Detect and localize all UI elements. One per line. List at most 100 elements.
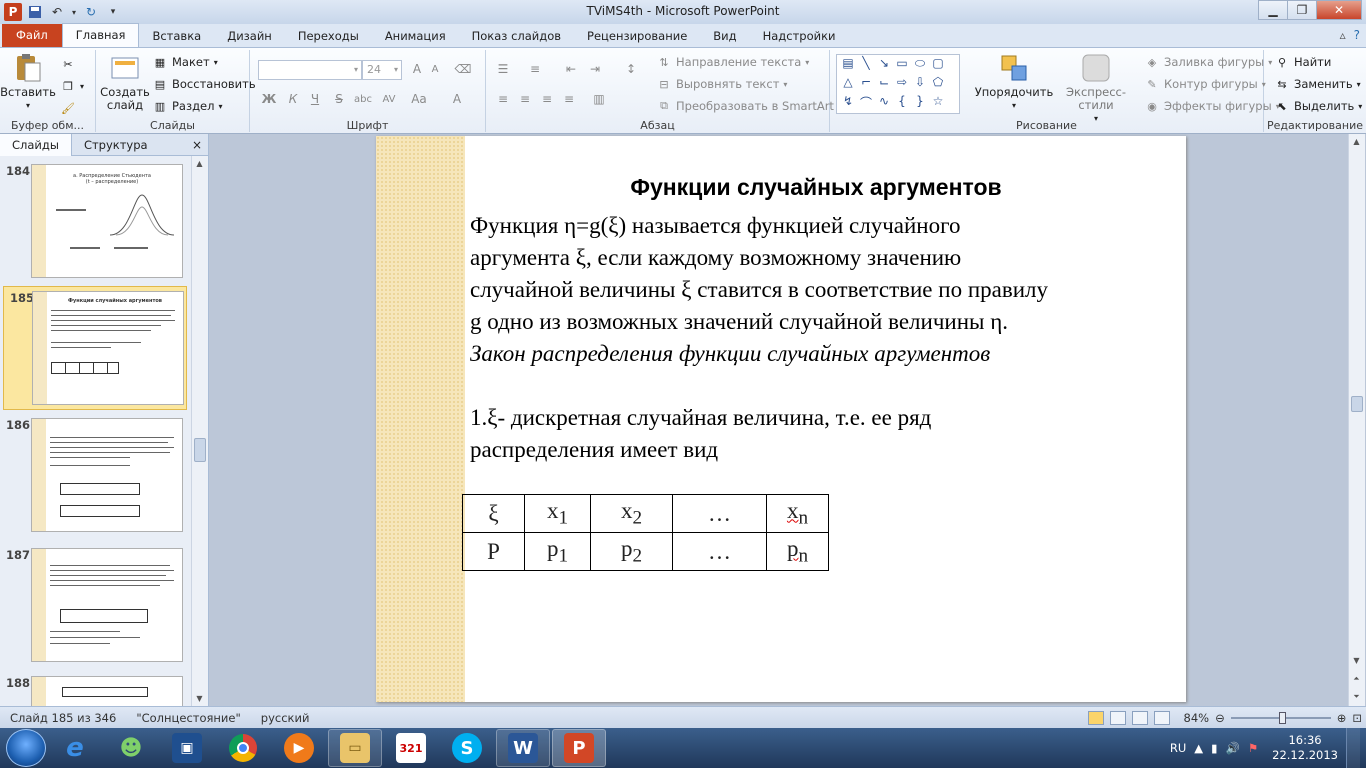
arrange-button[interactable]: Упорядочить ▾ [975, 52, 1053, 112]
chevron-up-icon[interactable]: ▵ [1340, 28, 1346, 42]
change-case-button[interactable]: Aa [410, 90, 428, 108]
select-button[interactable]: ⬉ Выделить ▾ [1274, 96, 1362, 116]
text-direction-button[interactable]: ⇅ Направление текста ▾ [656, 52, 809, 72]
table-cell[interactable]: P [462, 532, 525, 571]
slide-thumbnail[interactable] [31, 676, 183, 706]
help-icon[interactable]: ? [1354, 28, 1360, 42]
zoom-slider[interactable] [1230, 712, 1331, 724]
tab-view[interactable]: Вид [700, 25, 749, 47]
taskbar-camera[interactable]: ▣ [160, 729, 214, 767]
taskbar-explorer[interactable]: ▭ [328, 729, 382, 767]
align-text-button[interactable]: ⊟ Выровнять текст ▾ [656, 74, 787, 94]
star-shape-icon[interactable]: ☆ [929, 94, 947, 113]
freeform-icon[interactable]: ↯ [839, 94, 857, 113]
scroll-up-icon[interactable]: ▲ [1349, 134, 1364, 149]
font-size-combo[interactable]: 24 ▾ [362, 60, 402, 80]
brace-right-icon[interactable]: } [911, 94, 929, 113]
increase-indent-icon[interactable]: ⇥ [586, 60, 604, 78]
thumbnail-row-186[interactable]: 186 [0, 414, 193, 540]
strikethrough-button[interactable]: S [330, 90, 348, 108]
shrink-font-icon[interactable]: A [426, 60, 444, 78]
scroll-up-icon[interactable]: ▲ [192, 156, 207, 171]
find-button[interactable]: ⚲ Найти [1274, 52, 1331, 72]
start-button[interactable] [6, 729, 46, 767]
align-left-icon[interactable]: ≡ [494, 90, 512, 108]
shape-outline-button[interactable]: ✎ Контур фигуры ▾ [1144, 74, 1265, 94]
font-name-combo[interactable]: ▾ [258, 60, 362, 80]
slide-thumbnail[interactable] [31, 418, 183, 532]
arrow-line-icon[interactable]: ↘ [875, 56, 893, 75]
table-cell[interactable]: ξ [462, 494, 525, 533]
scroll-down-icon[interactable]: ▼ [192, 691, 207, 706]
new-slide-button[interactable]: Создать слайд [100, 52, 150, 112]
zoom-out-icon[interactable]: ⊖ [1215, 711, 1225, 725]
thumbnail-row-187[interactable]: 187 [0, 544, 193, 670]
taskbar-ie[interactable]: e [48, 729, 102, 767]
slide-body-text[interactable]: Функция η=g(ξ) называется функцией случа… [470, 210, 1170, 466]
numbering-icon[interactable]: ≡ [526, 60, 544, 78]
replace-button[interactable]: ⇆ Заменить ▾ [1274, 74, 1360, 94]
decrease-indent-icon[interactable]: ⇤ [562, 60, 580, 78]
paste-button[interactable]: Вставить ▾ [0, 52, 56, 112]
convert-smartart-button[interactable]: ⧉Преобразовать в SmartArt▾ [656, 96, 842, 116]
table-cell[interactable]: x2 [590, 494, 673, 533]
font-color-button[interactable]: A [448, 90, 466, 108]
pentagon-shape-icon[interactable]: ⬠ [929, 75, 947, 94]
tab-outline[interactable]: Структура [72, 134, 160, 156]
tab-file[interactable]: Файл [2, 24, 62, 47]
tab-home[interactable]: Главная [61, 23, 140, 47]
taskbar-calendar[interactable]: 321 [384, 729, 438, 767]
tab-animations[interactable]: Анимация [372, 25, 459, 47]
textbox-shape-icon[interactable]: ▤ [839, 56, 857, 75]
align-right-icon[interactable]: ≡ [538, 90, 556, 108]
underline-button[interactable]: Ч [306, 90, 324, 108]
shapes-gallery[interactable]: ▤ ╲ ↘ ▭ ⬭ ▢ △ ⌐ ⌙ ⇨ ⇩ ⬠ ↯ ⌒ ∿{} ☆ [836, 54, 960, 114]
quick-styles-button[interactable]: Экспресс-стили ▾ [1054, 52, 1138, 125]
align-center-icon[interactable]: ≡ [516, 90, 534, 108]
zoom-in-icon[interactable]: ⊕ [1337, 711, 1347, 725]
char-spacing-button[interactable]: AV [380, 90, 398, 108]
triangle-shape-icon[interactable]: △ [839, 75, 857, 94]
clear-formatting-icon[interactable]: ⌫ [454, 60, 472, 78]
columns-icon[interactable]: ▥ [590, 90, 608, 108]
close-button[interactable]: ✕ [1316, 0, 1362, 20]
action-center-icon[interactable]: ⚑ [1248, 741, 1258, 755]
layout-button[interactable]: ▦ Макет ▾ [152, 52, 218, 72]
slide-canvas[interactable]: Функции случайных аргументов Функция η=g… [376, 136, 1186, 702]
thumbnail-row-188[interactable]: 188 [0, 672, 193, 706]
brace-left-icon[interactable]: { [893, 94, 911, 113]
table-cell[interactable]: p1 [524, 532, 591, 571]
theme-name[interactable]: "Солнцестояние" [126, 711, 250, 725]
taskbar-messenger[interactable]: ☻ [104, 729, 158, 767]
close-pane-icon[interactable]: × [192, 138, 202, 152]
slide-thumbnail-selected[interactable]: Функции случайных аргументов [32, 291, 184, 405]
table-cell[interactable]: … [672, 494, 767, 533]
slide-thumbnail[interactable]: a. Распределение Стьюдента (t – распреде… [31, 164, 183, 278]
pane-scrollbar[interactable]: ▲ ▼ [191, 156, 208, 706]
slide-thumbnail[interactable] [31, 548, 183, 662]
table-cell[interactable]: … [672, 532, 767, 571]
tab-slides[interactable]: Слайды [0, 133, 72, 156]
taskbar-chrome[interactable] [216, 729, 270, 767]
language-indicator[interactable]: русский [251, 711, 320, 725]
fit-to-window-icon[interactable]: ⊡ [1352, 711, 1362, 725]
grow-font-icon[interactable]: A [408, 60, 426, 78]
connector-icon[interactable]: ⌙ [875, 75, 893, 94]
slideshow-view-icon[interactable] [1153, 711, 1170, 725]
down-arrow-shape-icon[interactable]: ⇩ [911, 75, 929, 94]
volume-icon[interactable]: 🔊 [1226, 741, 1240, 755]
line-shape-icon[interactable]: ╲ [857, 56, 875, 75]
pane-scroll-thumb[interactable] [194, 438, 206, 462]
distribution-table[interactable]: ξ x1 x2 … xn P p1 p2 … pn [462, 494, 829, 571]
rectangle-shape-icon[interactable]: ▭ [893, 56, 911, 75]
taskbar-powerpoint[interactable]: P [552, 729, 606, 767]
line-spacing-icon[interactable]: ↕ [622, 60, 640, 78]
table-cell[interactable]: p2 [590, 532, 673, 571]
show-hidden-icons-icon[interactable]: ▲ [1194, 741, 1203, 755]
minimize-button[interactable]: ▁ [1258, 0, 1288, 20]
shape-fill-button[interactable]: ◈ Заливка фигуры ▾ [1144, 52, 1272, 72]
cut-button[interactable]: ✂ [60, 54, 76, 74]
tab-insert[interactable]: Вставка [139, 25, 214, 47]
section-button[interactable]: ▥ Раздел ▾ [152, 96, 223, 116]
next-slide-icon[interactable]: ⏷ [1349, 689, 1364, 704]
